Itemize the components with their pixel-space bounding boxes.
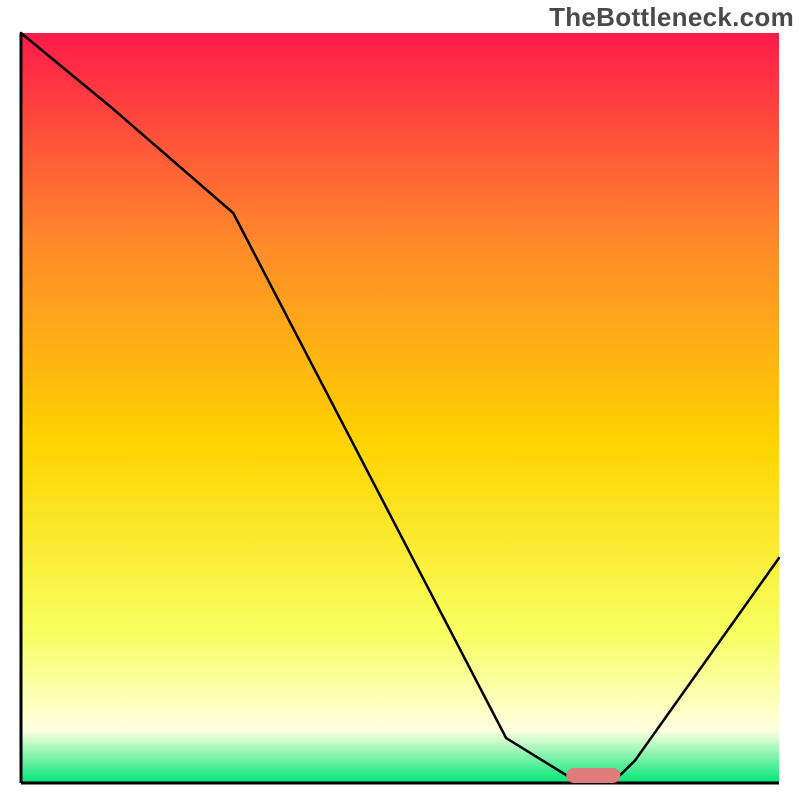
chart-plot-area (18, 30, 782, 786)
watermark-text: TheBottleneck.com (549, 2, 794, 33)
chart-svg (18, 30, 782, 786)
optimal-range-marker (567, 769, 620, 783)
gradient-background (21, 33, 779, 783)
chart-stage: TheBottleneck.com (0, 0, 800, 800)
